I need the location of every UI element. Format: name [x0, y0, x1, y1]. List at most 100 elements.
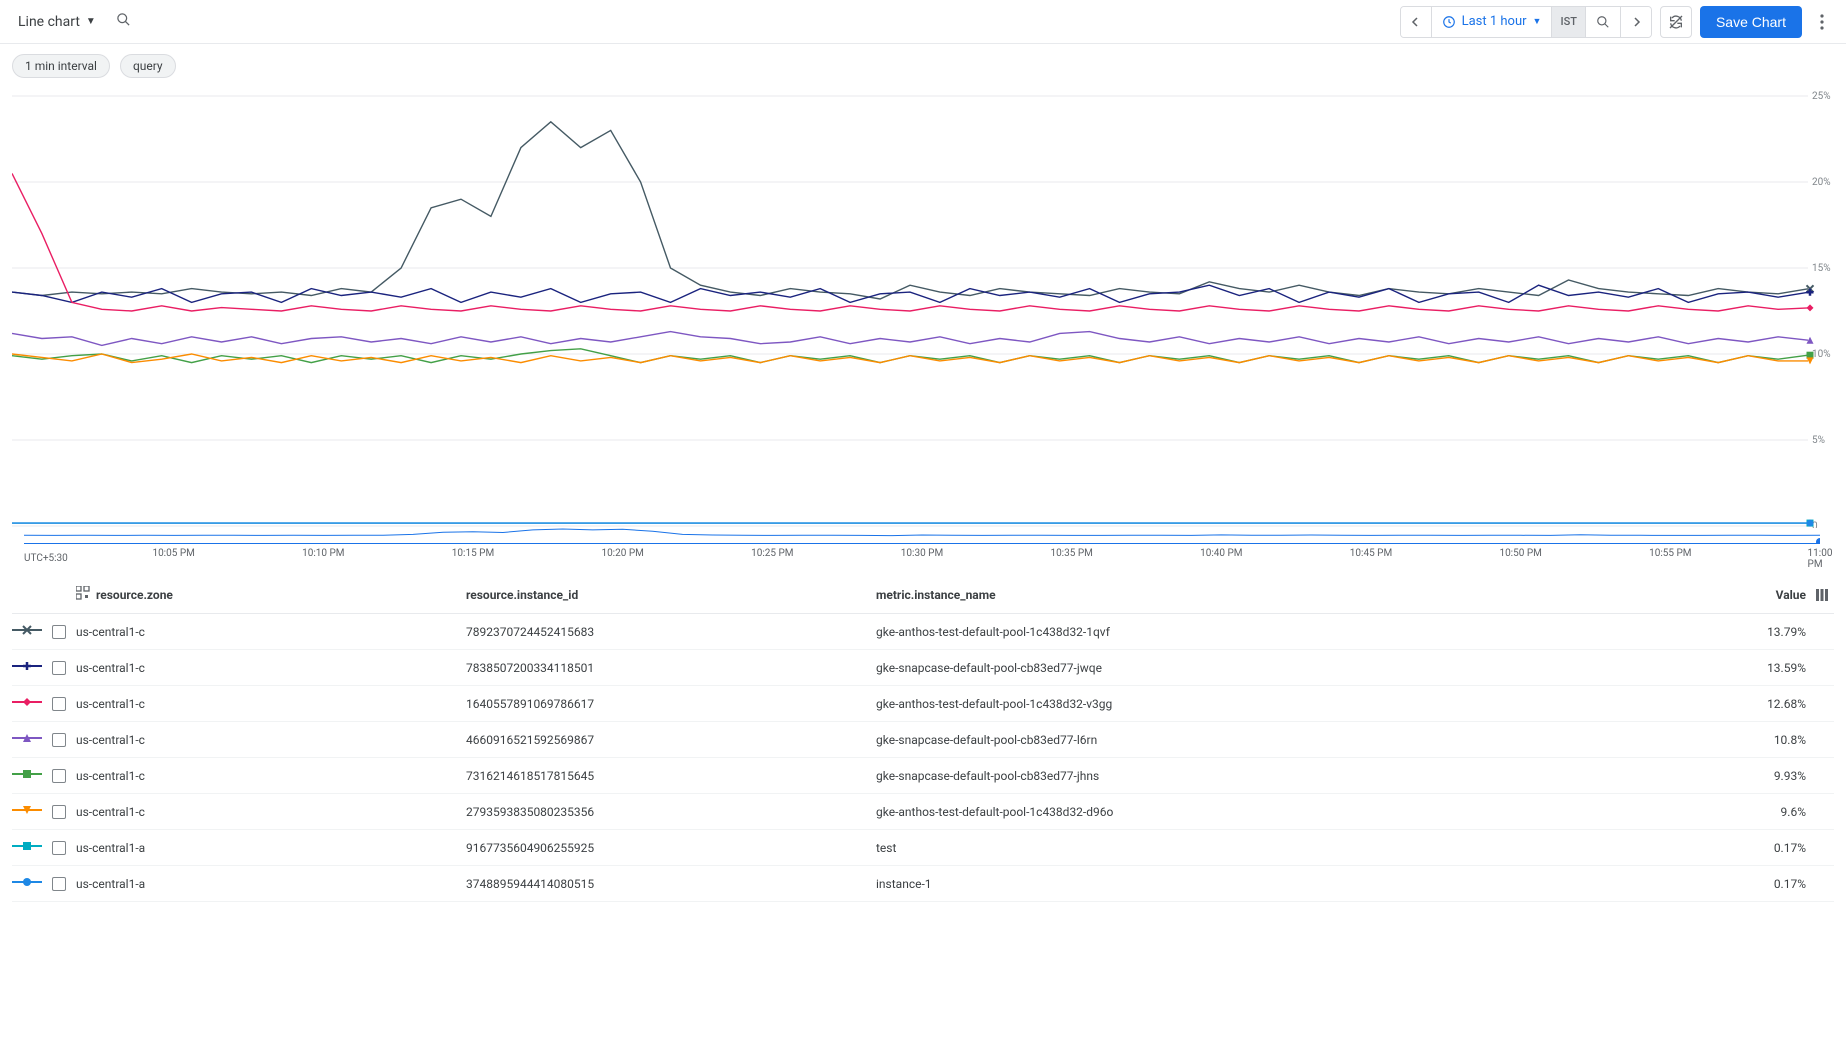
cell-zone: us-central1-c [76, 805, 466, 819]
query-chip[interactable]: query [120, 54, 176, 78]
cell-zone: us-central1-c [76, 733, 466, 747]
cell-instance-name: gke-anthos-test-default-pool-1c438d32-v3… [876, 697, 1720, 711]
overview-chart[interactable] [24, 528, 1820, 544]
series-marker-icon [12, 696, 52, 711]
svg-text:10%: 10% [1812, 349, 1831, 360]
legend-row[interactable]: us-central1-c 2793593835080235356 gke-an… [12, 794, 1834, 830]
cell-instance-name: gke-anthos-test-default-pool-1c438d32-1q… [876, 625, 1720, 639]
series-marker-icon [12, 768, 52, 783]
line-chart[interactable]: 05%10%15%20%25% [12, 88, 1834, 528]
legend-row[interactable]: us-central1-c 7892370724452415683 gke-an… [12, 614, 1834, 650]
timezone-badge[interactable]: IST [1552, 7, 1585, 37]
save-chart-button[interactable]: Save Chart [1700, 6, 1802, 38]
x-tick: 10:05 PM [152, 548, 194, 559]
x-tick: 10:25 PM [751, 548, 793, 559]
column-instance-name[interactable]: metric.instance_name [876, 588, 1720, 602]
series-checkbox[interactable] [52, 697, 66, 711]
chart-area[interactable]: 05%10%15%20%25% UTC+5:3010:05 PM10:10 PM… [12, 88, 1834, 570]
auto-refresh-button[interactable] [1660, 6, 1692, 38]
cell-instance-name: instance-1 [876, 877, 1720, 891]
x-tick: 10:20 PM [601, 548, 643, 559]
cell-value: 12.68% [1720, 697, 1810, 711]
cell-value: 9.6% [1720, 805, 1810, 819]
cell-zone: us-central1-c [76, 697, 466, 711]
x-tick: 10:35 PM [1050, 548, 1092, 559]
chart-type-select[interactable]: Line chart ▼ [12, 10, 102, 34]
cell-instance-id: 7316214618517815645 [466, 769, 876, 783]
cell-instance-name: gke-snapcase-default-pool-cb83ed77-jwqe [876, 661, 1720, 675]
cell-value: 0.17% [1720, 877, 1810, 891]
cell-value: 9.93% [1720, 769, 1810, 783]
svg-text:20%: 20% [1812, 177, 1831, 188]
x-tick: 10:30 PM [901, 548, 943, 559]
cell-instance-name: gke-anthos-test-default-pool-1c438d32-d9… [876, 805, 1720, 819]
series-marker-icon [12, 876, 52, 891]
x-axis: UTC+5:30 10:05 PM 10:10 PM 10:15 PM 10:20 PM… [24, 546, 1822, 570]
search-icon[interactable] [112, 8, 135, 35]
timezone-offset-label: UTC+5:30 [24, 553, 68, 564]
time-next-button[interactable] [1621, 7, 1651, 37]
legend-row[interactable]: us-central1-c 1640557891069786617 gke-an… [12, 686, 1834, 722]
series-marker-icon [12, 840, 52, 855]
svg-text:25%: 25% [1812, 91, 1831, 102]
cell-zone: us-central1-a [76, 877, 466, 891]
series-checkbox[interactable] [52, 733, 66, 747]
column-value[interactable]: Value [1720, 588, 1810, 602]
cell-zone: us-central1-a [76, 841, 466, 855]
cell-instance-name: gke-snapcase-default-pool-cb83ed77-l6rn [876, 733, 1720, 747]
time-prev-button[interactable] [1401, 7, 1432, 37]
cell-instance-name: gke-snapcase-default-pool-cb83ed77-jhns [876, 769, 1720, 783]
interval-chip[interactable]: 1 min interval [12, 54, 110, 78]
series-checkbox[interactable] [52, 769, 66, 783]
cell-instance-id: 3748895944414080515 [466, 877, 876, 891]
series-checkbox[interactable] [52, 661, 66, 675]
cell-zone: us-central1-c [76, 769, 466, 783]
toolbar: Line chart ▼ Last 1 hour ▼ IST [0, 0, 1846, 44]
cell-instance-id: 1640557891069786617 [466, 697, 876, 711]
legend-row[interactable]: us-central1-c 7316214618517815645 gke-sn… [12, 758, 1834, 794]
series-checkbox[interactable] [52, 877, 66, 891]
x-tick: 10:10 PM [302, 548, 344, 559]
series-marker-icon [12, 660, 52, 675]
chart-type-label: Line chart [18, 14, 80, 30]
legend-header: resource.zone resource.instance_id metri… [12, 576, 1834, 614]
cell-instance-id: 4660916521592569867 [466, 733, 876, 747]
cell-instance-id: 2793593835080235356 [466, 805, 876, 819]
x-tick: 10:15 PM [452, 548, 494, 559]
svg-text:15%: 15% [1812, 263, 1831, 274]
cell-zone: us-central1-c [76, 661, 466, 675]
time-range-label: Last 1 hour [1462, 14, 1527, 29]
zoom-button[interactable] [1586, 7, 1621, 37]
series-checkbox[interactable] [52, 625, 66, 639]
cell-instance-id: 7892370724452415683 [466, 625, 876, 639]
cell-value: 0.17% [1720, 841, 1810, 855]
legend-row[interactable]: us-central1-c 4660916521592569867 gke-sn… [12, 722, 1834, 758]
chevron-down-icon: ▼ [1533, 16, 1542, 27]
x-tick: 11:00 PM [1808, 548, 1833, 570]
group-by-icon[interactable] [76, 586, 90, 603]
series-marker-icon [12, 804, 52, 819]
legend-table: resource.zone resource.instance_id metri… [12, 576, 1834, 902]
cell-instance-id: 7838507200334118501 [466, 661, 876, 675]
svg-text:5%: 5% [1812, 435, 1825, 446]
legend-row[interactable]: us-central1-a 3748895944414080515 instan… [12, 866, 1834, 902]
x-tick: 10:40 PM [1200, 548, 1242, 559]
cell-value: 13.79% [1720, 625, 1810, 639]
series-checkbox[interactable] [52, 841, 66, 855]
cell-instance-id: 9167735604906255925 [466, 841, 876, 855]
x-tick: 10:55 PM [1649, 548, 1691, 559]
legend-row[interactable]: us-central1-c 7838507200334118501 gke-sn… [12, 650, 1834, 686]
column-zone[interactable]: resource.zone [96, 588, 173, 602]
x-tick: 10:45 PM [1350, 548, 1392, 559]
series-checkbox[interactable] [52, 805, 66, 819]
time-range-select[interactable]: Last 1 hour ▼ [1432, 7, 1553, 37]
cell-instance-name: test [876, 841, 1720, 855]
cell-value: 13.59% [1720, 661, 1810, 675]
series-marker-icon [12, 624, 52, 639]
legend-row[interactable]: us-central1-a 9167735604906255925 test 0… [12, 830, 1834, 866]
series-marker-icon [12, 732, 52, 747]
more-menu-button[interactable] [1810, 6, 1834, 38]
column-instance-id[interactable]: resource.instance_id [466, 588, 876, 602]
columns-settings-icon[interactable] [1810, 588, 1834, 602]
time-nav-group: Last 1 hour ▼ IST [1400, 6, 1652, 38]
